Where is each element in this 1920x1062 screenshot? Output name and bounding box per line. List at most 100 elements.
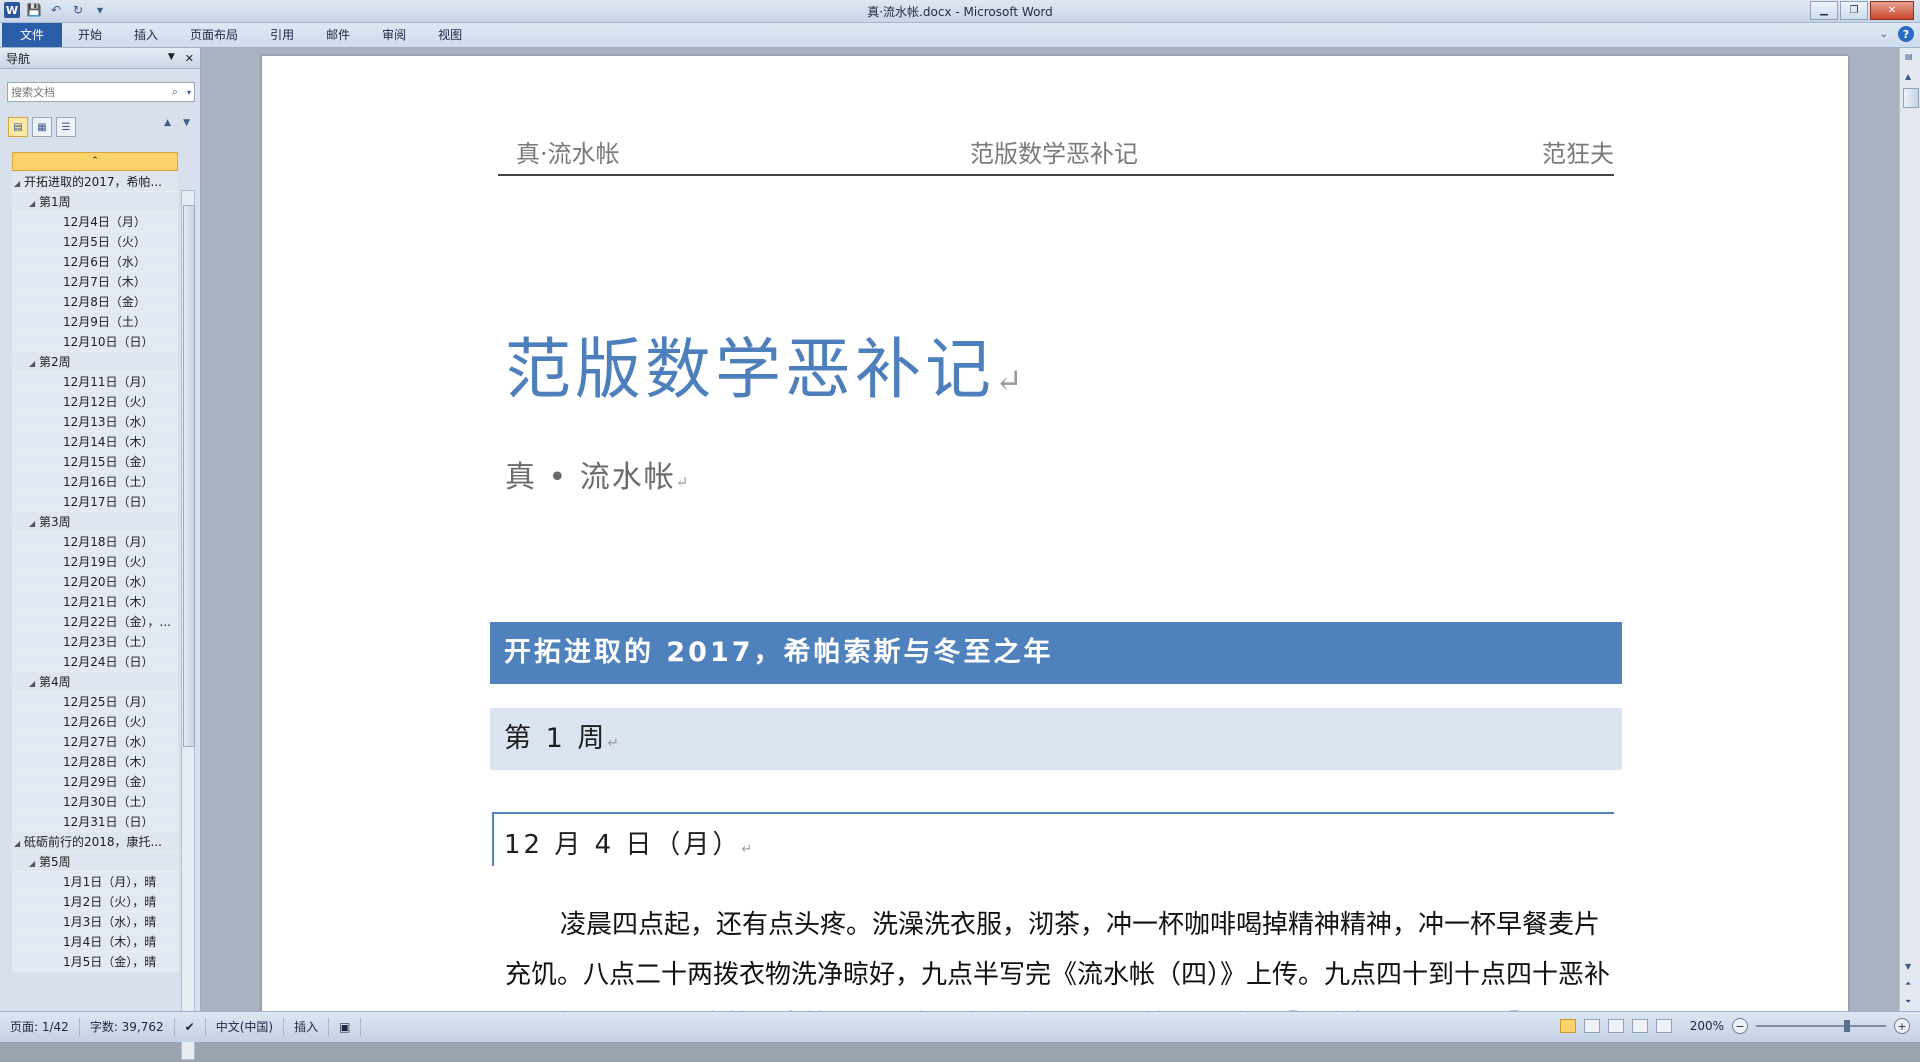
previous-page-icon[interactable]: ⏶: [1905, 979, 1911, 989]
nav-heading-level3[interactable]: 12月17日（日）: [12, 492, 178, 512]
word-count[interactable]: 字数: 39,762: [80, 1018, 175, 1036]
draft-view-icon[interactable]: [1655, 1019, 1672, 1033]
tab-page-layout[interactable]: 页面布局: [174, 23, 254, 47]
browse-results-icon[interactable]: ☰: [56, 117, 76, 137]
browse-headings-icon[interactable]: ▤: [8, 117, 28, 137]
nav-scroll-thumb[interactable]: [183, 205, 195, 747]
tab-insert[interactable]: 插入: [118, 23, 174, 47]
nav-heading-level3[interactable]: 12月18日（月）: [12, 532, 178, 552]
nav-heading-level3[interactable]: 12月20日（水）: [12, 572, 178, 592]
nav-heading-level2[interactable]: ◢ 第5周: [12, 852, 178, 872]
nav-heading-level3[interactable]: 1月5日（金），晴: [12, 952, 178, 972]
nav-heading-level3[interactable]: 12月7日（木）: [12, 272, 178, 292]
nav-heading-level3[interactable]: 1月2日（火），晴: [12, 892, 178, 912]
document-title[interactable]: 范版数学恶补记↵: [505, 316, 1027, 412]
nav-heading-level3[interactable]: 1月4日（木），晴: [12, 932, 178, 952]
nav-heading-level3[interactable]: 12月26日（火）: [12, 712, 178, 732]
nav-heading-level3[interactable]: 1月1日（月），晴: [12, 872, 178, 892]
heading-3[interactable]: 12 月 4 日（月）↵: [492, 812, 1614, 866]
expand-collapse-icon[interactable]: ◢: [29, 194, 39, 211]
nav-heading-level3[interactable]: 12月31日（日）: [12, 812, 178, 832]
next-heading-icon[interactable]: ▼: [183, 118, 190, 128]
nav-close-icon[interactable]: ✕: [185, 52, 194, 65]
expand-collapse-icon[interactable]: ◢: [29, 514, 39, 531]
body-paragraph[interactable]: 凌晨四点起，还有点头疼。洗澡洗衣服，沏茶，冲一杯咖啡喝掉精神精神，冲一杯早餐麦片…: [505, 900, 1617, 1011]
search-dropdown-icon[interactable]: ▾: [184, 88, 194, 97]
nav-heading-level3[interactable]: 12月12日（火）: [12, 392, 178, 412]
nav-heading-level2[interactable]: ◢ 第1周: [12, 192, 178, 212]
scroll-up-icon[interactable]: ▲: [1905, 72, 1911, 81]
nav-heading-level3[interactable]: 12月15日（金）: [12, 452, 178, 472]
nav-heading-level3[interactable]: 12月21日（木）: [12, 592, 178, 612]
insert-mode[interactable]: 插入: [284, 1018, 330, 1036]
tab-review[interactable]: 审阅: [366, 23, 422, 47]
macro-record-icon[interactable]: ▣: [329, 1018, 362, 1036]
proofing-icon[interactable]: ✔: [175, 1018, 206, 1036]
document-scroll-thumb[interactable]: [1903, 88, 1919, 108]
full-screen-view-icon[interactable]: [1583, 1019, 1600, 1033]
minimize-button[interactable]: ▁: [1810, 1, 1838, 20]
expand-collapse-icon[interactable]: ◢: [29, 354, 39, 371]
nav-options-icon[interactable]: ▼: [168, 52, 175, 65]
expand-collapse-icon[interactable]: ◢: [29, 854, 39, 871]
nav-heading-level1[interactable]: ◢ 砥砺前行的2018，康托...: [12, 832, 178, 852]
heading-1[interactable]: 开拓进取的 2017，希帕索斯与冬至之年: [490, 622, 1622, 684]
nav-heading-level3[interactable]: 12月9日（土）: [12, 312, 178, 332]
browse-pages-icon[interactable]: ▦: [32, 117, 52, 137]
nav-heading-level3[interactable]: 12月25日（月）: [12, 692, 178, 712]
nav-heading-level3[interactable]: 12月28日（木）: [12, 752, 178, 772]
zoom-out-icon[interactable]: −: [1732, 1018, 1748, 1034]
expand-collapse-icon[interactable]: ◢: [29, 674, 39, 691]
collapse-all-icon[interactable]: ⌃: [12, 152, 178, 171]
ruler-toggle-icon[interactable]: ▤: [1905, 52, 1913, 61]
expand-collapse-icon[interactable]: ◢: [14, 834, 24, 851]
next-page-icon[interactable]: ⏷: [1905, 997, 1911, 1007]
nav-heading-level3[interactable]: 12月24日（日）: [12, 652, 178, 672]
nav-heading-level3[interactable]: 12月10日（日）: [12, 332, 178, 352]
document-scrollbar[interactable]: ▤ ▲ ▼ ⏶ ⏷: [1899, 48, 1920, 1011]
nav-heading-level2[interactable]: ◢ 第2周: [12, 352, 178, 372]
nav-heading-level3[interactable]: 12月5日（火）: [12, 232, 178, 252]
nav-heading-level2[interactable]: ◢ 第3周: [12, 512, 178, 532]
nav-scrollbar[interactable]: [181, 190, 195, 1060]
nav-heading-level3[interactable]: 12月16日（土）: [12, 472, 178, 492]
expand-ribbon-icon[interactable]: ⌄: [1880, 29, 1888, 40]
zoom-level[interactable]: 200%: [1690, 1019, 1724, 1033]
outline-view-icon[interactable]: [1631, 1019, 1648, 1033]
nav-heading-level3[interactable]: 12月6日（水）: [12, 252, 178, 272]
close-button[interactable]: ✕: [1870, 1, 1914, 20]
nav-heading-level3[interactable]: 1月3日（水），晴: [12, 912, 178, 932]
nav-heading-level3[interactable]: 12月4日（月）: [12, 212, 178, 232]
expand-collapse-icon[interactable]: ◢: [14, 174, 24, 191]
nav-heading-level3[interactable]: 12月30日（土）: [12, 792, 178, 812]
zoom-slider[interactable]: [1756, 1020, 1886, 1032]
print-layout-view-icon[interactable]: [1559, 1019, 1576, 1033]
web-layout-view-icon[interactable]: [1607, 1019, 1624, 1033]
nav-heading-level3[interactable]: 12月8日（金）: [12, 292, 178, 312]
tab-references[interactable]: 引用: [254, 23, 310, 47]
previous-heading-icon[interactable]: ▲: [164, 118, 171, 128]
document-page[interactable]: 真·流水帐 范版数学恶补记 范狂夫 范版数学恶补记↵ 真 • 流水帐↵ 开拓进取…: [262, 56, 1848, 1011]
nav-heading-level3[interactable]: 12月11日（月）: [12, 372, 178, 392]
document-subtitle[interactable]: 真 • 流水帐↵: [505, 452, 690, 496]
nav-heading-level3[interactable]: 12月19日（火）: [12, 552, 178, 572]
nav-heading-level3[interactable]: 12月27日（水）: [12, 732, 178, 752]
help-icon[interactable]: ?: [1898, 26, 1914, 42]
nav-heading-level3[interactable]: 12月23日（土）: [12, 632, 178, 652]
scroll-down-icon[interactable]: ▼: [1905, 962, 1911, 971]
zoom-in-icon[interactable]: +: [1894, 1018, 1910, 1034]
language-indicator[interactable]: 中文(中国): [206, 1018, 285, 1036]
search-icon[interactable]: ⌕: [166, 85, 184, 99]
nav-heading-level1[interactable]: ◢ 开拓进取的2017，希帕...: [12, 172, 178, 192]
tab-mailings[interactable]: 邮件: [310, 23, 366, 47]
tab-view[interactable]: 视图: [422, 23, 478, 47]
nav-heading-level3[interactable]: 12月13日（水）: [12, 412, 178, 432]
page-count[interactable]: 页面: 1/42: [0, 1018, 80, 1036]
nav-heading-level3[interactable]: 12月29日（金）: [12, 772, 178, 792]
tab-file[interactable]: 文件: [2, 23, 63, 47]
tab-home[interactable]: 开始: [62, 23, 118, 47]
heading-2[interactable]: 第 1 周↵: [490, 708, 1622, 770]
nav-search-input[interactable]: [8, 83, 166, 101]
zoom-slider-knob[interactable]: [1844, 1020, 1850, 1032]
maximize-button[interactable]: ❐: [1840, 1, 1868, 20]
